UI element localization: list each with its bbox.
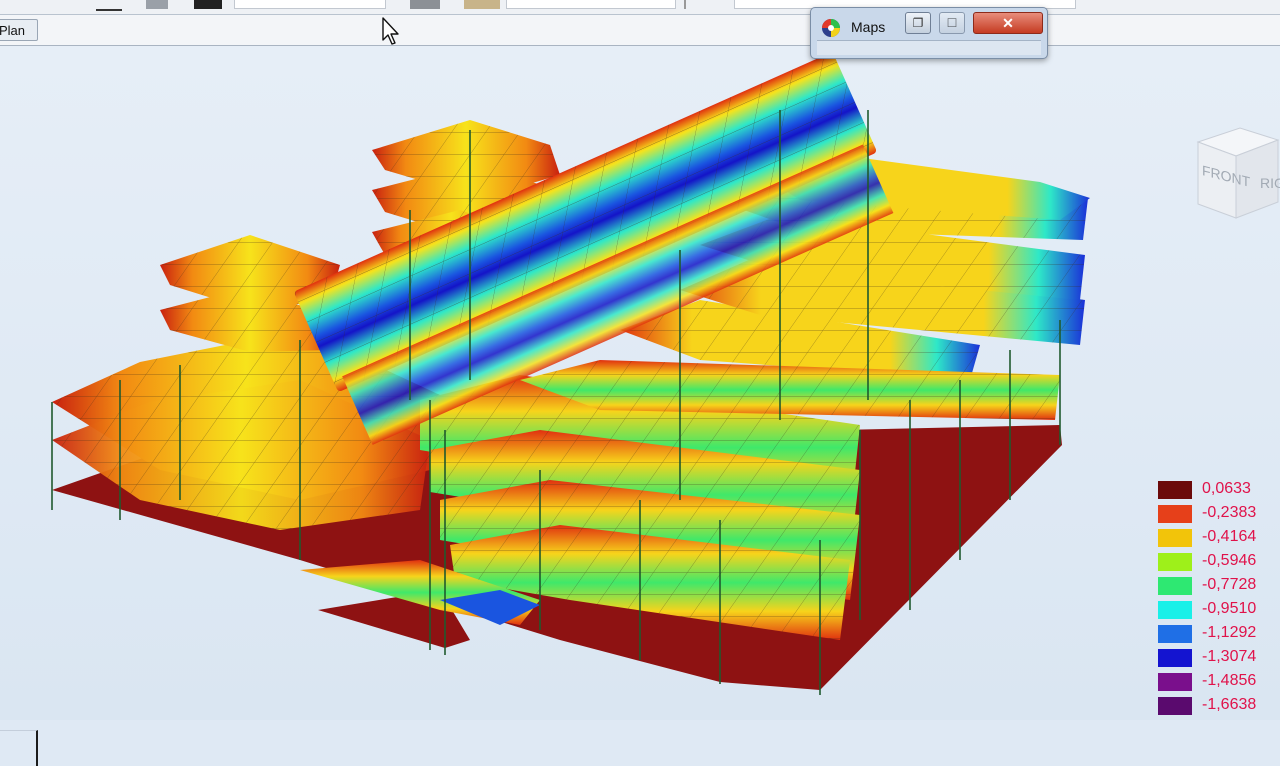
toolbar-button-mid[interactable]: [410, 0, 440, 9]
legend-swatch: [1158, 577, 1192, 595]
legend-swatch: [1158, 553, 1192, 571]
legend-value: -0,5946: [1202, 552, 1257, 569]
legend-swatch: [1158, 505, 1192, 523]
maps-floating-window[interactable]: Maps ❐ ☐ ✕: [810, 7, 1048, 59]
toolbar-button-tan[interactable]: [464, 0, 500, 9]
legend-value: -1,4856: [1202, 672, 1257, 689]
top-toolbar: [0, 0, 1280, 15]
legend-value: -1,6638: [1202, 696, 1257, 713]
tab-plan[interactable]: Plan: [0, 19, 38, 41]
legend-row: -1,1292: [1156, 622, 1280, 646]
legend-value: -1,3074: [1202, 648, 1257, 665]
toolbar-separator: [684, 0, 686, 9]
structure-3d-model[interactable]: [0, 46, 1280, 720]
legend-row: -0,5946: [1156, 550, 1280, 574]
restore-button[interactable]: ❐: [905, 12, 931, 34]
maximize-button[interactable]: ☐: [939, 12, 965, 34]
viewport-corner-indicator: [0, 730, 38, 766]
view-cube-widget[interactable]: FRONT RIGHT: [1190, 122, 1280, 226]
toolbar-button-gray[interactable]: [146, 0, 168, 9]
legend-row: -0,4164: [1156, 526, 1280, 550]
legend-swatch: [1158, 481, 1192, 499]
legend-value: -0,4164: [1202, 528, 1257, 545]
toolbar-field-2[interactable]: [506, 0, 676, 9]
legend-value: -1,1292: [1202, 624, 1257, 641]
legend-row: -0,9510: [1156, 598, 1280, 622]
toolbar-button-dark[interactable]: [194, 0, 222, 9]
color-scale-legend: 0,0633 -0,2383 -0,4164 -0,5946 -0,7728 -0,951…: [1156, 478, 1280, 720]
legend-row: -1,6638: [1156, 694, 1280, 718]
legend-value: -0,9510: [1202, 600, 1257, 617]
legend-row: -1,4856: [1156, 670, 1280, 694]
legend-swatch: [1158, 529, 1192, 547]
legend-value: -0,2383: [1202, 504, 1257, 521]
toolbar-button-left[interactable]: [96, 0, 122, 11]
legend-row: -0,2383: [1156, 502, 1280, 526]
close-button[interactable]: ✕: [973, 12, 1043, 34]
legend-swatch: [1158, 601, 1192, 619]
3d-viewport[interactable]: FRONT RIGHT: [0, 46, 1280, 766]
view-tab-bar: Plan: [0, 15, 1280, 46]
maps-icon: [822, 19, 840, 37]
mouse-cursor-icon: [382, 17, 399, 45]
legend-value: -0,7728: [1202, 576, 1257, 593]
view-cube-right-label: RIGHT: [1260, 175, 1280, 191]
legend-value: 0,0633: [1202, 480, 1251, 497]
legend-swatch: [1158, 697, 1192, 715]
maps-window-body: [817, 40, 1041, 55]
legend-row: 0,0633: [1156, 478, 1280, 502]
legend-row: -0,7728: [1156, 574, 1280, 598]
maps-window-title: Maps: [851, 19, 886, 35]
legend-row: -1,3074: [1156, 646, 1280, 670]
legend-swatch: [1158, 625, 1192, 643]
toolbar-field-1[interactable]: [234, 0, 386, 9]
legend-swatch: [1158, 673, 1192, 691]
legend-swatch: [1158, 649, 1192, 667]
